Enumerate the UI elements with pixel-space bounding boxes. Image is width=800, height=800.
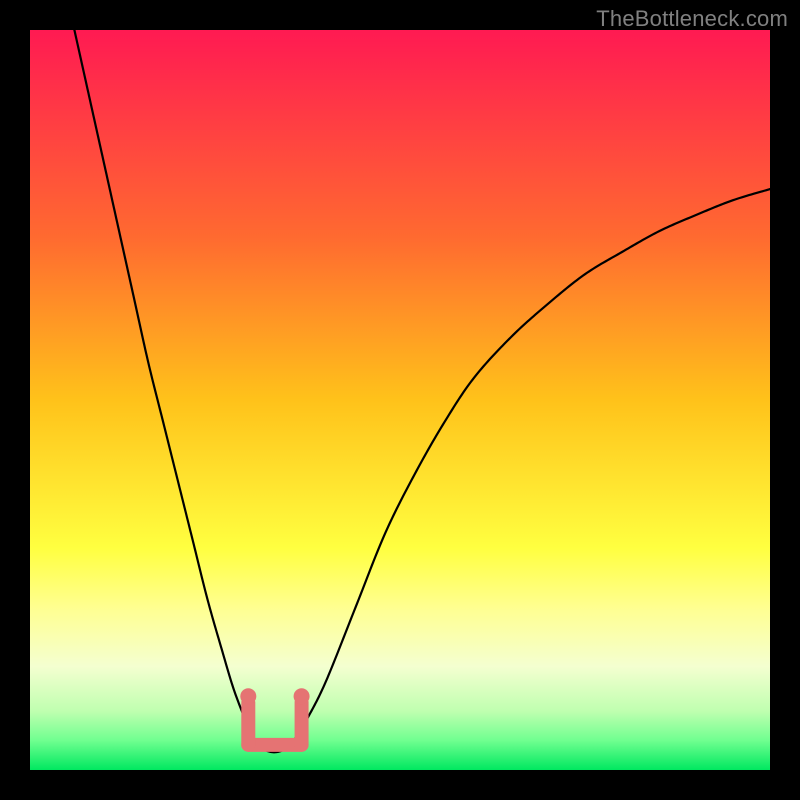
watermark-text: TheBottleneck.com xyxy=(596,6,788,32)
gradient-background xyxy=(30,30,770,770)
bottleneck-curve-chart xyxy=(30,30,770,770)
chart-container: TheBottleneck.com xyxy=(0,0,800,800)
valley-marker-right xyxy=(294,688,310,745)
valley-marker-left xyxy=(240,688,256,745)
plot-area xyxy=(30,30,770,770)
